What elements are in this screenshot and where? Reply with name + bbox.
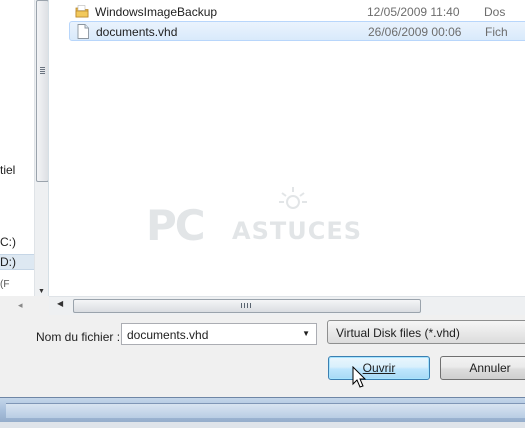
window-bottom-border <box>6 403 525 418</box>
nav-item-drive-d[interactable]: D:) <box>0 254 34 270</box>
file-type: Fich <box>485 25 508 39</box>
file-date: 12/05/2009 11:40 <box>367 5 460 19</box>
file-date: 26/06/2009 00:06 <box>368 25 462 39</box>
file-type: Dos <box>484 5 506 19</box>
filename-value[interactable]: documents.vhd <box>127 328 208 342</box>
file-horizontal-scrollbar[interactable]: ◀ <box>49 296 525 315</box>
filetype-dropdown[interactable]: Virtual Disk files (*.vhd) <box>327 320 525 344</box>
window-shadow <box>0 422 525 428</box>
grip-line <box>244 303 245 308</box>
file-list: WindowsImageBackup 12/05/2009 11:40 Dos … <box>49 0 525 296</box>
sun-logo-icon <box>279 187 307 209</box>
nav-item-drive-c[interactable]: C:) <box>0 235 16 249</box>
grip-line <box>40 67 45 68</box>
grip-line <box>250 303 251 308</box>
grip-line <box>247 303 248 308</box>
nav-scroll-thumb[interactable] <box>36 0 48 182</box>
grip-line <box>241 303 242 308</box>
grip-line <box>40 73 45 74</box>
nav-item-drive-f[interactable]: (F <box>0 279 9 290</box>
pcastuces-watermark: PC ASTUCES <box>146 185 361 255</box>
file-name: documents.vhd <box>96 25 178 39</box>
watermark-astuces: ASTUCES <box>232 217 363 245</box>
file-name: WindowsImageBackup <box>95 5 218 19</box>
cancel-button[interactable]: Annuler <box>440 356 525 380</box>
scroll-down-arrow-icon[interactable]: ▼ <box>38 288 45 295</box>
file-icon <box>77 24 89 39</box>
grip-line <box>40 69 45 70</box>
scroll-left-arrow-icon[interactable]: ◀ <box>57 299 63 308</box>
window-bottom-frame <box>0 397 525 428</box>
open-button[interactable]: Ouvrir <box>328 356 430 380</box>
nav-vertical-scrollbar[interactable]: ▼ <box>34 0 48 296</box>
file-row-windowsimagebackup[interactable]: WindowsImageBackup 12/05/2009 11:40 Dos <box>69 2 525 22</box>
filename-input[interactable]: documents.vhd ▼ <box>121 323 317 345</box>
navigation-pane: tiel C:) D:) (F ▼ <box>0 0 49 296</box>
cancel-button-label: Annuler <box>469 361 511 375</box>
mouse-cursor-icon <box>352 366 367 388</box>
horizontal-scroll-thumb[interactable] <box>73 299 421 313</box>
chevron-down-icon[interactable]: ▼ <box>302 329 310 338</box>
grip-line <box>40 71 45 72</box>
filetype-value: Virtual Disk files (*.vhd) <box>336 326 460 340</box>
folder-icon <box>75 5 89 18</box>
nav-item-libraries[interactable]: tiel <box>0 163 15 177</box>
watermark-pc: PC <box>146 201 206 250</box>
filename-label: Nom du fichier : <box>36 330 121 344</box>
file-row-documents-vhd[interactable]: documents.vhd 26/06/2009 00:06 Fich <box>69 21 525 41</box>
nav-scroll-left-arrow-icon[interactable]: ◂ <box>18 300 23 311</box>
